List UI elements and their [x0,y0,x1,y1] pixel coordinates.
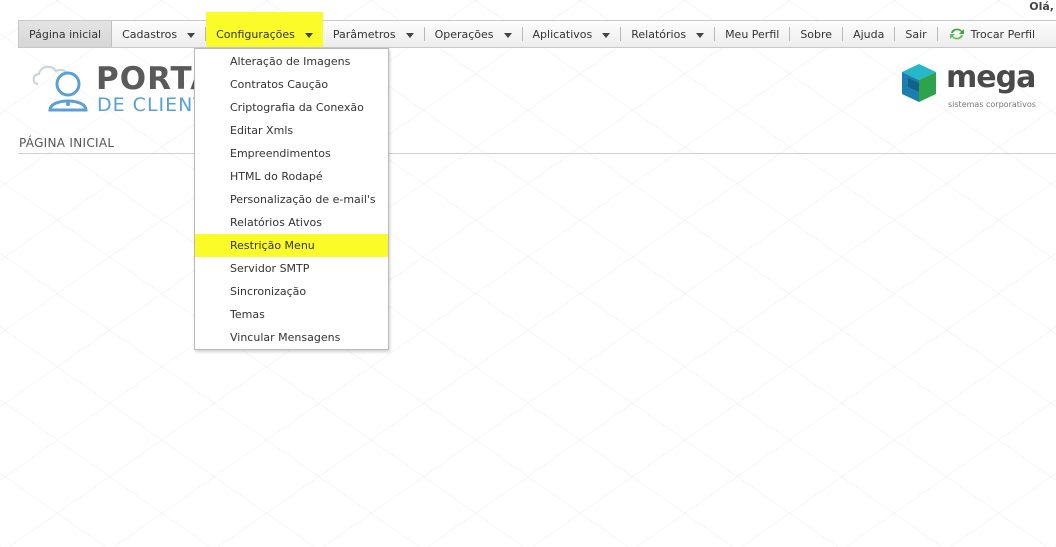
menu-ajuda[interactable]: Ajuda [843,21,894,47]
menu-cadastros-label: Cadastros [122,27,178,41]
configuracoes-dropdown-menu: Alteração de Imagens Contratos Caução Cr… [194,48,389,350]
dropdown-item-editar-xmls[interactable]: Editar Xmls [195,119,388,142]
swap-profile-icon [949,28,964,40]
menu-aplicativos-label: Aplicativos [532,27,593,41]
menu-sobre-label: Sobre [800,27,833,41]
menu-relatorios[interactable]: Relatórios [621,21,714,47]
menu-aplicativos[interactable]: Aplicativos [523,21,621,47]
chevron-down-icon [602,33,611,38]
mega-brand-name: mega [946,60,1036,95]
menu-configuracoes-label: Configurações [216,27,295,41]
dropdown-item-criptografia-conexao[interactable]: Criptografia da Conexão [195,96,388,119]
chevron-down-icon [187,33,196,38]
dropdown-item-temas[interactable]: Temas [195,303,388,326]
menu-ajuda-label: Ajuda [853,27,885,41]
chevron-down-icon [503,33,512,38]
dropdown-item-contratos-caucao[interactable]: Contratos Caução [195,73,388,96]
menu-sobre[interactable]: Sobre [790,21,842,47]
dropdown-item-vincular-mensagens[interactable]: Vincular Mensagens [195,326,388,349]
menu-trocar-perfil[interactable]: Trocar Perfil [938,21,1045,47]
main-menu-bar: Página inicial Cadastros Configurações P… [18,12,1056,48]
heading-divider [18,153,1056,154]
dropdown-item-restricao-menu[interactable]: Restrição Menu [195,234,388,257]
dropdown-item-servidor-smtp[interactable]: Servidor SMTP [195,257,388,280]
portal-subtitle: DE CLIENT [97,94,206,116]
menu-home[interactable]: Página inicial [19,21,113,47]
menu-home-label: Página inicial [29,27,102,41]
menu-relatorios-label: Relatórios [631,27,687,41]
menu-meu-perfil-label: Meu Perfil [725,27,780,41]
dropdown-item-alteracao-imagens[interactable]: Alteração de Imagens [195,50,388,73]
menu-trocar-perfil-label: Trocar Perfil [970,27,1036,41]
menu-cadastros[interactable]: Cadastros [112,21,205,47]
dropdown-item-personalizacao-email[interactable]: Personalização de e-mail's [195,188,388,211]
page-title: PÁGINA INICIAL [19,136,115,150]
chevron-down-icon [405,33,414,38]
mega-tagline: sistemas corporativos [948,100,1036,109]
menu-operacoes[interactable]: Operações [425,21,522,47]
menu-meu-perfil[interactable]: Meu Perfil [715,21,789,47]
dropdown-item-relatorios-ativos[interactable]: Relatórios Ativos [195,211,388,234]
menu-sair-label: Sair [905,27,927,41]
menu-sair[interactable]: Sair [895,21,936,47]
greeting-text: Olá, [1029,0,1054,13]
chevron-down-icon [696,33,705,38]
dropdown-item-html-rodape[interactable]: HTML do Rodapé [195,165,388,188]
menu-operacoes-label: Operações [434,27,494,41]
dropdown-item-sincronizacao[interactable]: Sincronização [195,280,388,303]
menu-parametros-label: Parâmetros [332,27,396,41]
dropdown-item-empreendimentos[interactable]: Empreendimentos [195,142,388,165]
chevron-down-icon [304,33,313,38]
menu-configuracoes[interactable]: Configurações [206,12,323,47]
menu-parametros[interactable]: Parâmetros [323,21,424,47]
